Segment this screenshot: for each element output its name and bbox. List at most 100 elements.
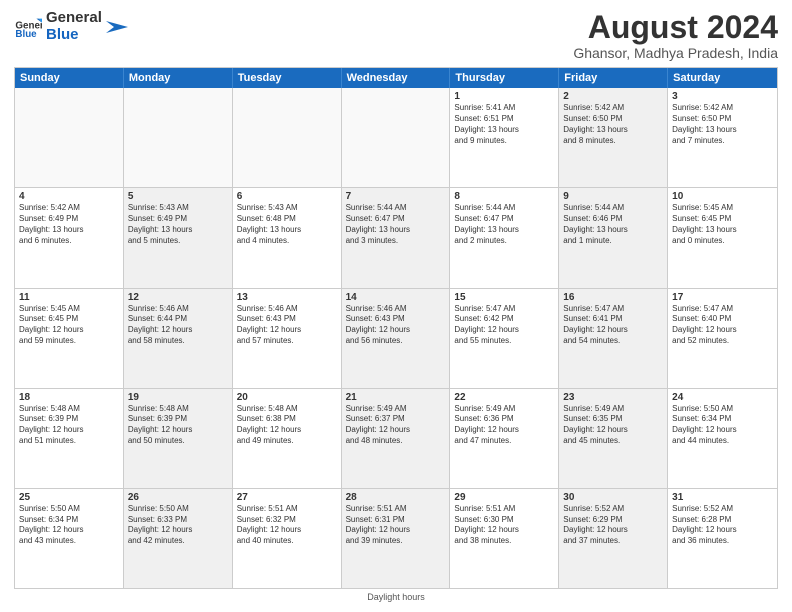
day-info: Sunrise: 5:50 AM Sunset: 6:34 PM Dayligh…: [19, 504, 119, 547]
day-info: Sunrise: 5:43 AM Sunset: 6:49 PM Dayligh…: [128, 203, 228, 246]
day-info: Sunrise: 5:51 AM Sunset: 6:32 PM Dayligh…: [237, 504, 337, 547]
day-number: 9: [563, 191, 663, 202]
day-info: Sunrise: 5:46 AM Sunset: 6:43 PM Dayligh…: [346, 304, 446, 347]
calendar-week-3: 11Sunrise: 5:45 AM Sunset: 6:45 PM Dayli…: [15, 288, 777, 388]
calendar-cell-1-1: [15, 88, 124, 187]
day-number: 30: [563, 492, 663, 503]
logo-blue-text: Blue: [46, 27, 102, 44]
day-info: Sunrise: 5:48 AM Sunset: 6:39 PM Dayligh…: [128, 404, 228, 447]
day-number: 29: [454, 492, 554, 503]
calendar-cell-3-1: 11Sunrise: 5:45 AM Sunset: 6:45 PM Dayli…: [15, 289, 124, 388]
day-info: Sunrise: 5:50 AM Sunset: 6:33 PM Dayligh…: [128, 504, 228, 547]
day-info: Sunrise: 5:47 AM Sunset: 6:41 PM Dayligh…: [563, 304, 663, 347]
day-info: Sunrise: 5:43 AM Sunset: 6:48 PM Dayligh…: [237, 203, 337, 246]
calendar-cell-3-7: 17Sunrise: 5:47 AM Sunset: 6:40 PM Dayli…: [668, 289, 777, 388]
calendar-week-5: 25Sunrise: 5:50 AM Sunset: 6:34 PM Dayli…: [15, 488, 777, 588]
day-info: Sunrise: 5:42 AM Sunset: 6:50 PM Dayligh…: [563, 103, 663, 146]
day-number: 3: [672, 91, 773, 102]
calendar-cell-1-5: 1Sunrise: 5:41 AM Sunset: 6:51 PM Daylig…: [450, 88, 559, 187]
day-info: Sunrise: 5:50 AM Sunset: 6:34 PM Dayligh…: [672, 404, 773, 447]
svg-text:Blue: Blue: [15, 28, 37, 39]
calendar-cell-1-2: [124, 88, 233, 187]
logo-general-text: General: [46, 10, 102, 27]
sub-title: Ghansor, Madhya Pradesh, India: [573, 45, 778, 61]
day-number: 2: [563, 91, 663, 102]
calendar-cell-2-1: 4Sunrise: 5:42 AM Sunset: 6:49 PM Daylig…: [15, 188, 124, 287]
header-sunday: Sunday: [15, 68, 124, 88]
calendar-cell-3-3: 13Sunrise: 5:46 AM Sunset: 6:43 PM Dayli…: [233, 289, 342, 388]
header-saturday: Saturday: [668, 68, 777, 88]
day-info: Sunrise: 5:45 AM Sunset: 6:45 PM Dayligh…: [19, 304, 119, 347]
calendar-cell-5-6: 30Sunrise: 5:52 AM Sunset: 6:29 PM Dayli…: [559, 489, 668, 588]
day-number: 28: [346, 492, 446, 503]
day-number: 4: [19, 191, 119, 202]
day-number: 8: [454, 191, 554, 202]
day-number: 17: [672, 292, 773, 303]
calendar-cell-2-4: 7Sunrise: 5:44 AM Sunset: 6:47 PM Daylig…: [342, 188, 451, 287]
day-info: Sunrise: 5:47 AM Sunset: 6:42 PM Dayligh…: [454, 304, 554, 347]
day-info: Sunrise: 5:51 AM Sunset: 6:31 PM Dayligh…: [346, 504, 446, 547]
day-number: 31: [672, 492, 773, 503]
calendar-cell-3-2: 12Sunrise: 5:46 AM Sunset: 6:44 PM Dayli…: [124, 289, 233, 388]
calendar-cell-4-7: 24Sunrise: 5:50 AM Sunset: 6:34 PM Dayli…: [668, 389, 777, 488]
header-wednesday: Wednesday: [342, 68, 451, 88]
calendar: Sunday Monday Tuesday Wednesday Thursday…: [14, 67, 778, 589]
day-number: 5: [128, 191, 228, 202]
day-info: Sunrise: 5:42 AM Sunset: 6:49 PM Dayligh…: [19, 203, 119, 246]
calendar-week-4: 18Sunrise: 5:48 AM Sunset: 6:39 PM Dayli…: [15, 388, 777, 488]
calendar-cell-1-4: [342, 88, 451, 187]
day-info: Sunrise: 5:48 AM Sunset: 6:39 PM Dayligh…: [19, 404, 119, 447]
calendar-cell-2-7: 10Sunrise: 5:45 AM Sunset: 6:45 PM Dayli…: [668, 188, 777, 287]
calendar-cell-2-3: 6Sunrise: 5:43 AM Sunset: 6:48 PM Daylig…: [233, 188, 342, 287]
calendar-cell-4-2: 19Sunrise: 5:48 AM Sunset: 6:39 PM Dayli…: [124, 389, 233, 488]
day-info: Sunrise: 5:51 AM Sunset: 6:30 PM Dayligh…: [454, 504, 554, 547]
logo-icon: General Blue: [14, 13, 42, 41]
day-number: 23: [563, 392, 663, 403]
calendar-week-1: 1Sunrise: 5:41 AM Sunset: 6:51 PM Daylig…: [15, 88, 777, 187]
day-number: 10: [672, 191, 773, 202]
calendar-cell-5-4: 28Sunrise: 5:51 AM Sunset: 6:31 PM Dayli…: [342, 489, 451, 588]
header-monday: Monday: [124, 68, 233, 88]
header-tuesday: Tuesday: [233, 68, 342, 88]
header-friday: Friday: [559, 68, 668, 88]
calendar-cell-3-5: 15Sunrise: 5:47 AM Sunset: 6:42 PM Dayli…: [450, 289, 559, 388]
calendar-cell-4-5: 22Sunrise: 5:49 AM Sunset: 6:36 PM Dayli…: [450, 389, 559, 488]
calendar-cell-5-7: 31Sunrise: 5:52 AM Sunset: 6:28 PM Dayli…: [668, 489, 777, 588]
day-number: 25: [19, 492, 119, 503]
day-number: 13: [237, 292, 337, 303]
day-number: 7: [346, 191, 446, 202]
day-number: 16: [563, 292, 663, 303]
calendar-cell-1-3: [233, 88, 342, 187]
calendar-week-2: 4Sunrise: 5:42 AM Sunset: 6:49 PM Daylig…: [15, 187, 777, 287]
day-info: Sunrise: 5:47 AM Sunset: 6:40 PM Dayligh…: [672, 304, 773, 347]
calendar-cell-1-7: 3Sunrise: 5:42 AM Sunset: 6:50 PM Daylig…: [668, 88, 777, 187]
page: General Blue General Blue August 2024 Gh…: [0, 0, 792, 612]
day-info: Sunrise: 5:48 AM Sunset: 6:38 PM Dayligh…: [237, 404, 337, 447]
day-number: 26: [128, 492, 228, 503]
calendar-cell-5-2: 26Sunrise: 5:50 AM Sunset: 6:33 PM Dayli…: [124, 489, 233, 588]
day-number: 12: [128, 292, 228, 303]
main-title: August 2024: [573, 10, 778, 45]
calendar-header: Sunday Monday Tuesday Wednesday Thursday…: [15, 68, 777, 88]
footer-note: Daylight hours: [14, 592, 778, 602]
day-info: Sunrise: 5:46 AM Sunset: 6:43 PM Dayligh…: [237, 304, 337, 347]
calendar-cell-2-2: 5Sunrise: 5:43 AM Sunset: 6:49 PM Daylig…: [124, 188, 233, 287]
day-number: 19: [128, 392, 228, 403]
day-info: Sunrise: 5:49 AM Sunset: 6:37 PM Dayligh…: [346, 404, 446, 447]
day-number: 27: [237, 492, 337, 503]
title-block: August 2024 Ghansor, Madhya Pradesh, Ind…: [573, 10, 778, 61]
day-number: 18: [19, 392, 119, 403]
day-number: 15: [454, 292, 554, 303]
calendar-cell-2-5: 8Sunrise: 5:44 AM Sunset: 6:47 PM Daylig…: [450, 188, 559, 287]
header-thursday: Thursday: [450, 68, 559, 88]
day-info: Sunrise: 5:44 AM Sunset: 6:47 PM Dayligh…: [346, 203, 446, 246]
day-number: 1: [454, 91, 554, 102]
day-info: Sunrise: 5:42 AM Sunset: 6:50 PM Dayligh…: [672, 103, 773, 146]
calendar-cell-4-4: 21Sunrise: 5:49 AM Sunset: 6:37 PM Dayli…: [342, 389, 451, 488]
day-number: 14: [346, 292, 446, 303]
calendar-cell-1-6: 2Sunrise: 5:42 AM Sunset: 6:50 PM Daylig…: [559, 88, 668, 187]
day-number: 20: [237, 392, 337, 403]
day-info: Sunrise: 5:41 AM Sunset: 6:51 PM Dayligh…: [454, 103, 554, 146]
day-number: 21: [346, 392, 446, 403]
calendar-body: 1Sunrise: 5:41 AM Sunset: 6:51 PM Daylig…: [15, 88, 777, 588]
